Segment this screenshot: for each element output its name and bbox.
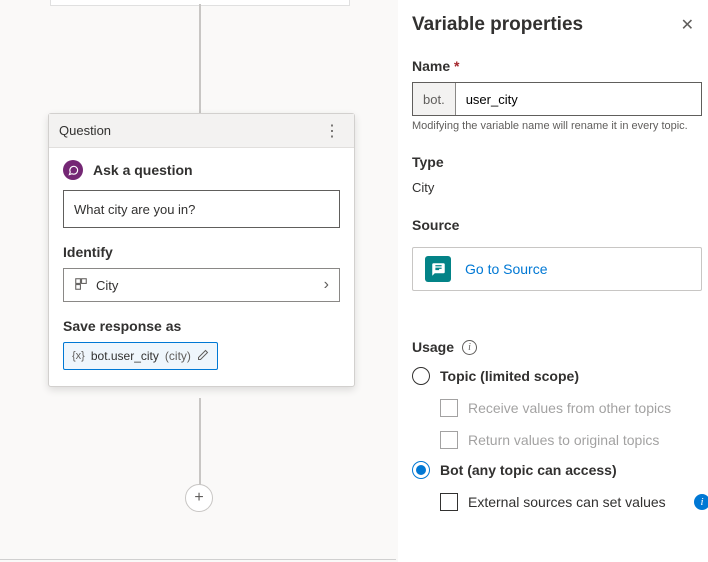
question-node-card[interactable]: Question ⋮ Ask a question What city are … bbox=[48, 113, 355, 387]
return-values-label: Return values to original topics bbox=[468, 432, 659, 448]
go-to-source-link: Go to Source bbox=[465, 261, 548, 277]
usage-info-icon[interactable]: i bbox=[462, 340, 477, 355]
external-info-icon[interactable]: i bbox=[694, 494, 708, 510]
return-values-checkbox: Return values to original topics bbox=[440, 431, 708, 449]
authoring-canvas: Question ⋮ Ask a question What city are … bbox=[0, 0, 398, 562]
plus-icon: + bbox=[194, 489, 203, 507]
panel-title: Variable properties bbox=[412, 14, 583, 36]
save-response-label: Save response as bbox=[63, 318, 340, 334]
close-panel-button[interactable]: ✕ bbox=[681, 15, 694, 35]
variable-chip[interactable]: {x} bot.user_city (city) bbox=[63, 342, 218, 370]
usage-topic-label: Topic (limited scope) bbox=[440, 368, 579, 384]
usage-bot-label: Bot (any topic can access) bbox=[440, 462, 617, 478]
radio-checked-icon bbox=[412, 461, 430, 479]
connector-line bbox=[199, 4, 201, 114]
chevron-right-icon: › bbox=[324, 276, 329, 294]
external-sources-checkbox[interactable]: External sources can set values bbox=[440, 493, 666, 511]
external-sources-label: External sources can set values bbox=[468, 494, 666, 510]
question-text-input[interactable]: What city are you in? bbox=[63, 190, 340, 228]
source-label: Source bbox=[412, 217, 708, 233]
variable-icon: {x} bbox=[72, 350, 85, 362]
variable-name: bot.user_city bbox=[91, 349, 159, 363]
chat-bubble-icon bbox=[63, 160, 83, 180]
canvas-baseline bbox=[0, 559, 396, 560]
card-body: Ask a question What city are you in? Ide… bbox=[49, 148, 354, 386]
variable-properties-panel: Variable properties ✕ Name * bot. Modify… bbox=[398, 0, 708, 562]
source-chat-icon bbox=[425, 256, 451, 282]
identify-dropdown[interactable]: City › bbox=[63, 268, 340, 302]
checkbox-unchecked-icon bbox=[440, 493, 458, 511]
type-label: Type bbox=[412, 154, 708, 170]
add-node-button[interactable]: + bbox=[185, 484, 213, 512]
variable-type: (city) bbox=[165, 349, 191, 363]
usage-option-topic[interactable]: Topic (limited scope) bbox=[412, 367, 708, 385]
identify-label: Identify bbox=[63, 244, 340, 260]
connector-line-bottom bbox=[199, 398, 201, 488]
variable-name-input[interactable] bbox=[456, 83, 701, 115]
identify-value: City bbox=[96, 278, 118, 293]
name-prefix: bot. bbox=[413, 83, 456, 115]
card-header: Question ⋮ bbox=[49, 114, 354, 148]
card-overflow-menu[interactable]: ⋮ bbox=[320, 121, 344, 141]
entity-icon bbox=[74, 277, 88, 294]
question-text-value: What city are you in? bbox=[74, 202, 195, 217]
edit-pencil-icon[interactable] bbox=[197, 349, 209, 364]
checkbox-unchecked-icon bbox=[440, 399, 458, 417]
ask-question-label: Ask a question bbox=[93, 162, 193, 178]
go-to-source-button[interactable]: Go to Source bbox=[412, 247, 702, 291]
required-asterisk: * bbox=[454, 58, 459, 74]
type-value: City bbox=[412, 180, 708, 195]
name-hint-text: Modifying the variable name will rename … bbox=[412, 120, 702, 132]
card-header-title: Question bbox=[59, 123, 111, 138]
radio-unchecked-icon bbox=[412, 367, 430, 385]
usage-label: Usage bbox=[412, 339, 454, 355]
usage-option-bot[interactable]: Bot (any topic can access) bbox=[412, 461, 708, 479]
name-input-group: bot. bbox=[412, 82, 702, 116]
checkbox-unchecked-icon bbox=[440, 431, 458, 449]
receive-values-checkbox: Receive values from other topics bbox=[440, 399, 708, 417]
name-label-text: Name bbox=[412, 58, 450, 74]
name-field-label: Name * bbox=[412, 58, 708, 74]
receive-values-label: Receive values from other topics bbox=[468, 400, 671, 416]
